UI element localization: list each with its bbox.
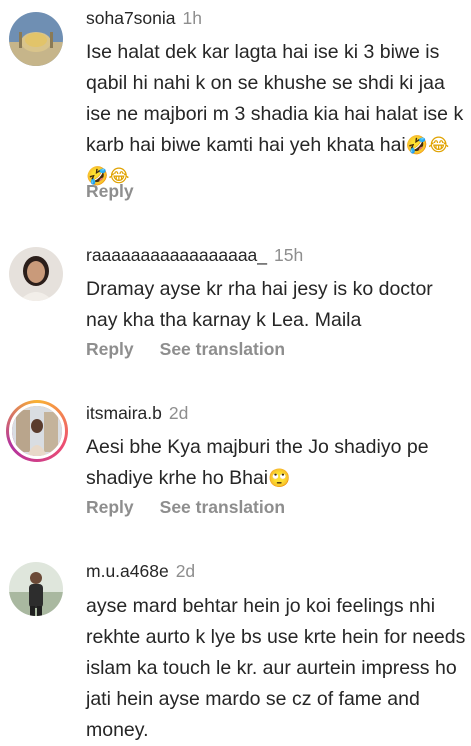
comment-actions: Reply See translation [86,497,285,518]
username[interactable]: raaaaaaaaaaaaaaaaa_ [86,245,267,265]
timestamp: 1h [182,8,202,28]
comment-body: ayse mard behtar hein jo koi feelings nh… [86,595,466,741]
comment-header: itsmaira.b 2d [86,403,188,424]
reply-button[interactable]: Reply [86,181,134,201]
comment-header: m.u.a468e 2d [86,561,195,582]
comment-body: Dramay ayse kr rha hai jesy is ko doctor… [86,278,433,331]
comment-text: Dramay ayse kr rha hai jesy is ko doctor… [86,274,466,336]
avatar-image [12,406,62,456]
timestamp: 2d [168,403,189,423]
comment-body: Aesi bhe Kya majburi the Jo shadiyo pe s… [86,436,429,489]
avatar[interactable] [9,12,63,66]
emoji-eye-roll-icon: 🙄 [268,468,291,489]
avatar-story-ring[interactable] [6,400,68,462]
comment-text: Aesi bhe Kya majburi the Jo shadiyo pe s… [86,432,466,494]
see-translation-button[interactable]: See translation [160,339,285,359]
reply-button[interactable]: Reply [86,497,134,517]
avatar-image [9,247,63,301]
comment-text: Ise halat dek kar lagta hai ise ki 3 biw… [86,37,466,192]
comment-text: ayse mard behtar hein jo koi feelings nh… [86,591,466,746]
avatar-image [9,12,63,66]
comment-actions: Reply See translation [86,339,285,360]
avatar[interactable] [9,247,63,301]
comment-header: soha7sonia 1h [86,8,202,29]
comment-header: raaaaaaaaaaaaaaaaa_ 15h [86,245,303,266]
avatar[interactable] [9,562,63,616]
avatar [9,403,65,459]
username[interactable]: m.u.a468e [86,561,169,581]
avatar-image [9,562,63,616]
username[interactable]: itsmaira.b [86,403,162,423]
username[interactable]: soha7sonia [86,8,176,28]
reply-button[interactable]: Reply [86,339,134,359]
timestamp: 2d [175,561,196,581]
comment-actions: Reply [86,181,134,202]
see-translation-button[interactable]: See translation [160,497,285,517]
timestamp: 15h [274,245,304,265]
